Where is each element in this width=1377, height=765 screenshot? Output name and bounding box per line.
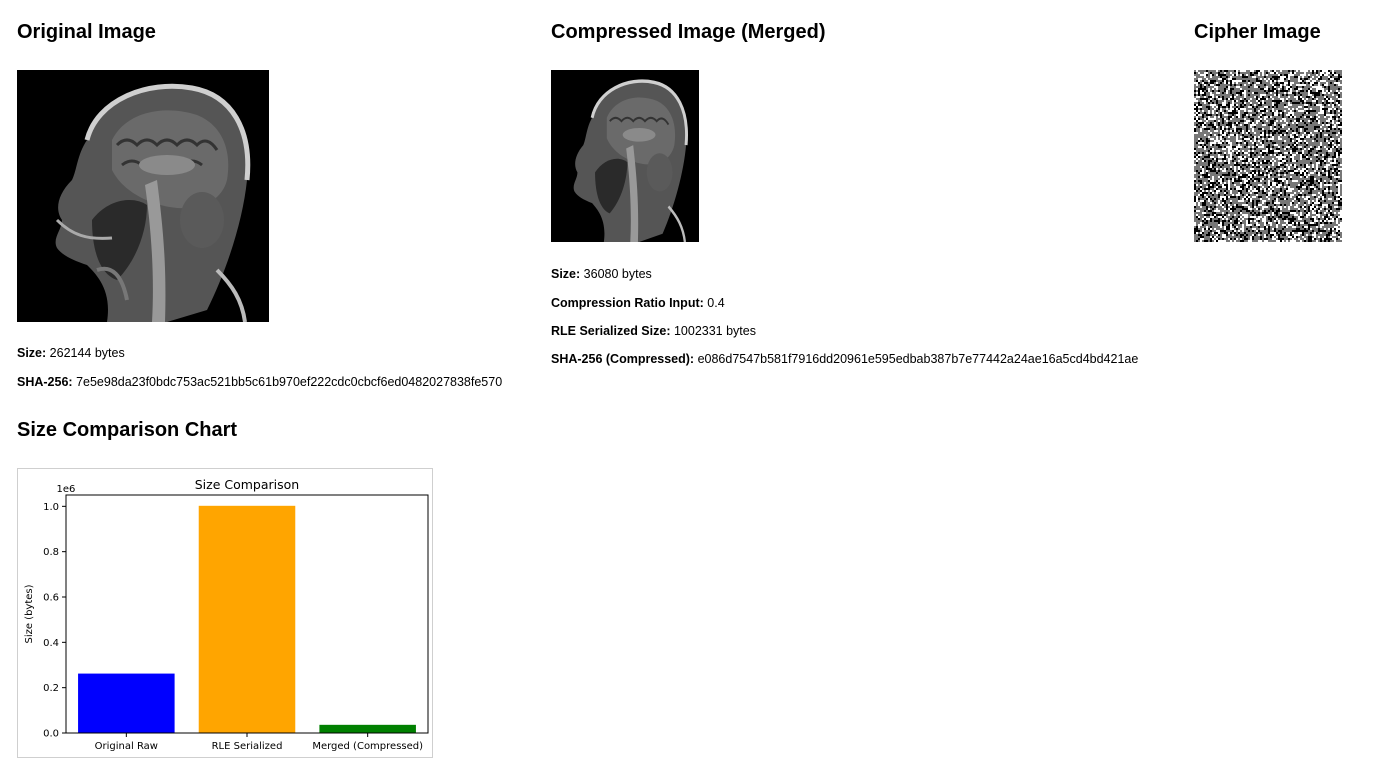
y-tick-label-4: 0.8: [43, 547, 59, 558]
cipher-noise-image: [1194, 70, 1342, 242]
x-tick-label-2: Merged (Compressed): [312, 741, 423, 752]
y-tick-label-2: 0.4: [43, 638, 59, 649]
compressed-size-line: Size: 36080 bytes: [551, 267, 652, 281]
compression-ratio-value: 0.4: [707, 296, 725, 310]
y-tick-label-5: 1.0: [43, 502, 59, 513]
original-size-label: Size:: [17, 346, 47, 360]
original-mri-image: [17, 70, 269, 322]
x-tick-label-1: RLE Serialized: [212, 741, 283, 752]
chart-title: Size Comparison: [195, 477, 299, 492]
y-tick-label-1: 0.2: [43, 683, 59, 694]
compressed-sha-value: e086d7547b581f7916dd20961e595edbab387b7e…: [697, 352, 1139, 366]
compressed-mri-image: [551, 70, 699, 242]
bar-1: [198, 505, 296, 733]
rle-size-label: RLE Serialized Size:: [551, 324, 671, 338]
cipher-image-title: Cipher Image: [1194, 21, 1321, 43]
chart-section-title: Size Comparison Chart: [17, 419, 238, 441]
y-axis-label: Size (bytes): [24, 584, 35, 643]
compression-ratio-label: Compression Ratio Input:: [551, 296, 704, 310]
size-comparison-chart: Size Comparison 1e6 Original Raw RLE Serial…: [17, 468, 433, 758]
compressed-size-label: Size:: [551, 267, 581, 281]
compressed-sha-line: SHA-256 (Compressed): e086d7547b581f7916…: [551, 352, 1138, 366]
compression-ratio-line: Compression Ratio Input: 0.4: [551, 296, 725, 310]
original-image-title: Original Image: [17, 21, 156, 43]
y-tick-label-3: 0.6: [43, 593, 59, 604]
compressed-sha-label: SHA-256 (Compressed):: [551, 352, 695, 366]
x-tick-label-0: Original Raw: [95, 741, 158, 752]
original-sha-line: SHA-256: 7e5e98da23f0bdc753ac521bb5c61b9…: [17, 375, 502, 389]
bar-2: [319, 724, 416, 733]
original-size-value: 262144 bytes: [49, 346, 125, 360]
chart-scale-note: 1e6: [57, 484, 76, 495]
original-sha-label: SHA-256:: [17, 375, 73, 389]
rle-size-value: 1002331 bytes: [673, 324, 756, 338]
bar-0: [78, 673, 175, 733]
original-sha-value: 7e5e98da23f0bdc753ac521bb5c61b970ef222cd…: [76, 375, 503, 389]
compressed-image-title: Compressed Image (Merged): [551, 21, 826, 43]
mri-sagittal-picture: [17, 70, 269, 322]
compressed-size-value: 36080 bytes: [583, 267, 652, 281]
cipher-noise-picture: [1194, 70, 1342, 242]
size-comparison-chart-svg: Size Comparison 1e6 Original Raw RLE Serial…: [24, 477, 429, 752]
y-tick-label-0: 0.0: [43, 729, 59, 740]
rle-size-line: RLE Serialized Size: 1002331 bytes: [551, 324, 756, 338]
mri-compressed-picture: [551, 70, 699, 242]
original-size-line: Size: 262144 bytes: [17, 346, 125, 360]
